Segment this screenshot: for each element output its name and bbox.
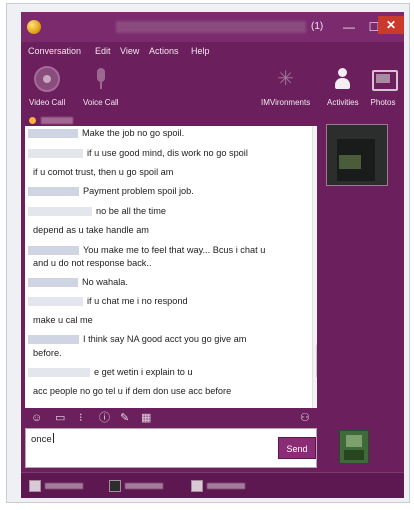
activities-label: Activities: [327, 98, 359, 107]
tab-blurred-name: [45, 483, 83, 489]
voice-call-button[interactable]: Voice Call: [83, 66, 119, 107]
message-icon[interactable]: ▭: [55, 411, 65, 425]
chat-message: before.: [33, 348, 62, 358]
add-contact-icon[interactable]: ⚇: [300, 411, 310, 425]
sender-name: [28, 129, 78, 139]
menu-help[interactable]: Help: [191, 46, 210, 56]
contact-status-text: [41, 117, 73, 124]
video-call-icon: [34, 66, 61, 92]
menu-actions[interactable]: Actions: [149, 46, 179, 56]
chat-message: No wahala.: [28, 277, 312, 288]
sender-name: [28, 335, 79, 345]
chat-message: no be all the time: [28, 206, 312, 217]
conversation-tab[interactable]: [29, 478, 99, 494]
formatting-toolbar: ☺ ▭ ⁝ ⓘ ✎ ▦ ⚇: [25, 408, 321, 428]
tab-blurred-name: [125, 483, 163, 489]
chat-message: if u use good mind, dis work no go spoil: [28, 148, 312, 159]
contact-status-row: [21, 116, 317, 126]
chat-message: and u do not response back..: [33, 258, 152, 268]
conversation-tab[interactable]: [109, 478, 179, 494]
chat-message: make u cal me: [33, 315, 93, 325]
toolbar: Video Call Voice Call ✳ IMVironments Act…: [21, 60, 404, 116]
title-blurred-text: [116, 21, 306, 33]
messenger-window: (1) — ☐ ✕ Conversation Edit View Actions…: [21, 12, 404, 498]
text-caret: [52, 433, 54, 443]
photos-button[interactable]: Photos: [370, 66, 398, 107]
photos-icon: [370, 66, 398, 92]
avatar-panel: [321, 116, 404, 472]
chat-message: if u chat me i no respond: [28, 296, 312, 307]
chat-message: You make me to feel that way... Bcus i c…: [28, 245, 312, 256]
photos-label: Photos: [370, 98, 396, 107]
activities-icon: [330, 66, 356, 92]
message-input-value: once: [31, 433, 54, 445]
chat-message: if u comot trust, then u go spoil am: [33, 167, 174, 177]
contact-avatar[interactable]: [326, 124, 388, 186]
chat-scrollbar[interactable]: ⌃ ⌄: [312, 126, 317, 408]
chat-history[interactable]: Make the job no go spoil. if u use good …: [25, 126, 317, 408]
sender-name: [28, 246, 79, 256]
activities-button[interactable]: Activities: [327, 66, 359, 107]
imvironments-icon: ✳: [277, 68, 294, 90]
my-avatar[interactable]: [339, 430, 369, 464]
voice-call-label: Voice Call: [83, 98, 119, 107]
video-call-label: Video Call: [29, 98, 66, 107]
emoticon-icon[interactable]: ☺: [31, 411, 42, 425]
chevron-up-icon[interactable]: ⌃: [313, 132, 317, 143]
tab-avatar-icon: [191, 480, 203, 492]
chat-message: acc people no go tel u if dem don use ac…: [33, 386, 232, 396]
title-bar: (1) — ☐ ✕: [21, 12, 404, 42]
sender-name: [28, 187, 79, 197]
pencil-icon[interactable]: ✎: [120, 411, 129, 425]
chat-message: Payment problem spoil job.: [28, 186, 312, 197]
tab-blurred-name: [207, 483, 245, 489]
info-icon[interactable]: ⓘ: [99, 411, 110, 425]
menu-bar: Conversation Edit View Actions Help: [21, 42, 404, 60]
message-input[interactable]: once Send: [25, 428, 317, 468]
imvironments-label: IMVironments: [261, 98, 311, 107]
chat-message: e get wetin i explain to u: [28, 367, 312, 378]
microphone-icon: [88, 66, 114, 92]
chat-message: depend as u take handle am: [33, 225, 149, 235]
sender-name: [28, 297, 83, 307]
sender-name: [28, 149, 83, 159]
close-button[interactable]: ✕: [378, 16, 404, 34]
send-button[interactable]: Send: [278, 437, 316, 459]
video-call-button[interactable]: Video Call: [29, 66, 65, 107]
unread-count: (1): [311, 21, 324, 32]
attachment-icon[interactable]: ▦: [141, 411, 151, 425]
menu-view[interactable]: View: [120, 46, 139, 56]
chat-message: Make the job no go spoil.: [28, 128, 312, 139]
tab-avatar-icon: [29, 480, 41, 492]
chat-message: I think say NA good acct you go give am: [28, 334, 312, 345]
text-style-icon[interactable]: ⁝: [79, 411, 83, 425]
menu-conversation[interactable]: Conversation: [28, 46, 81, 56]
conversation-tabs: [21, 472, 404, 498]
chevron-down-icon[interactable]: ⌄: [313, 382, 317, 393]
sender-name: [28, 368, 90, 378]
sender-name: [28, 207, 92, 217]
tab-avatar-icon: [109, 480, 121, 492]
conversation-tab[interactable]: [191, 478, 261, 494]
messenger-icon: [27, 20, 41, 34]
menu-edit[interactable]: Edit: [95, 46, 111, 56]
sender-name: [28, 278, 78, 288]
online-status-icon: [29, 117, 36, 124]
scrollbar-thumb[interactable]: [316, 344, 317, 378]
imvironments-button[interactable]: ✳ IMVironments: [261, 66, 310, 107]
minimize-button[interactable]: —: [337, 18, 361, 36]
